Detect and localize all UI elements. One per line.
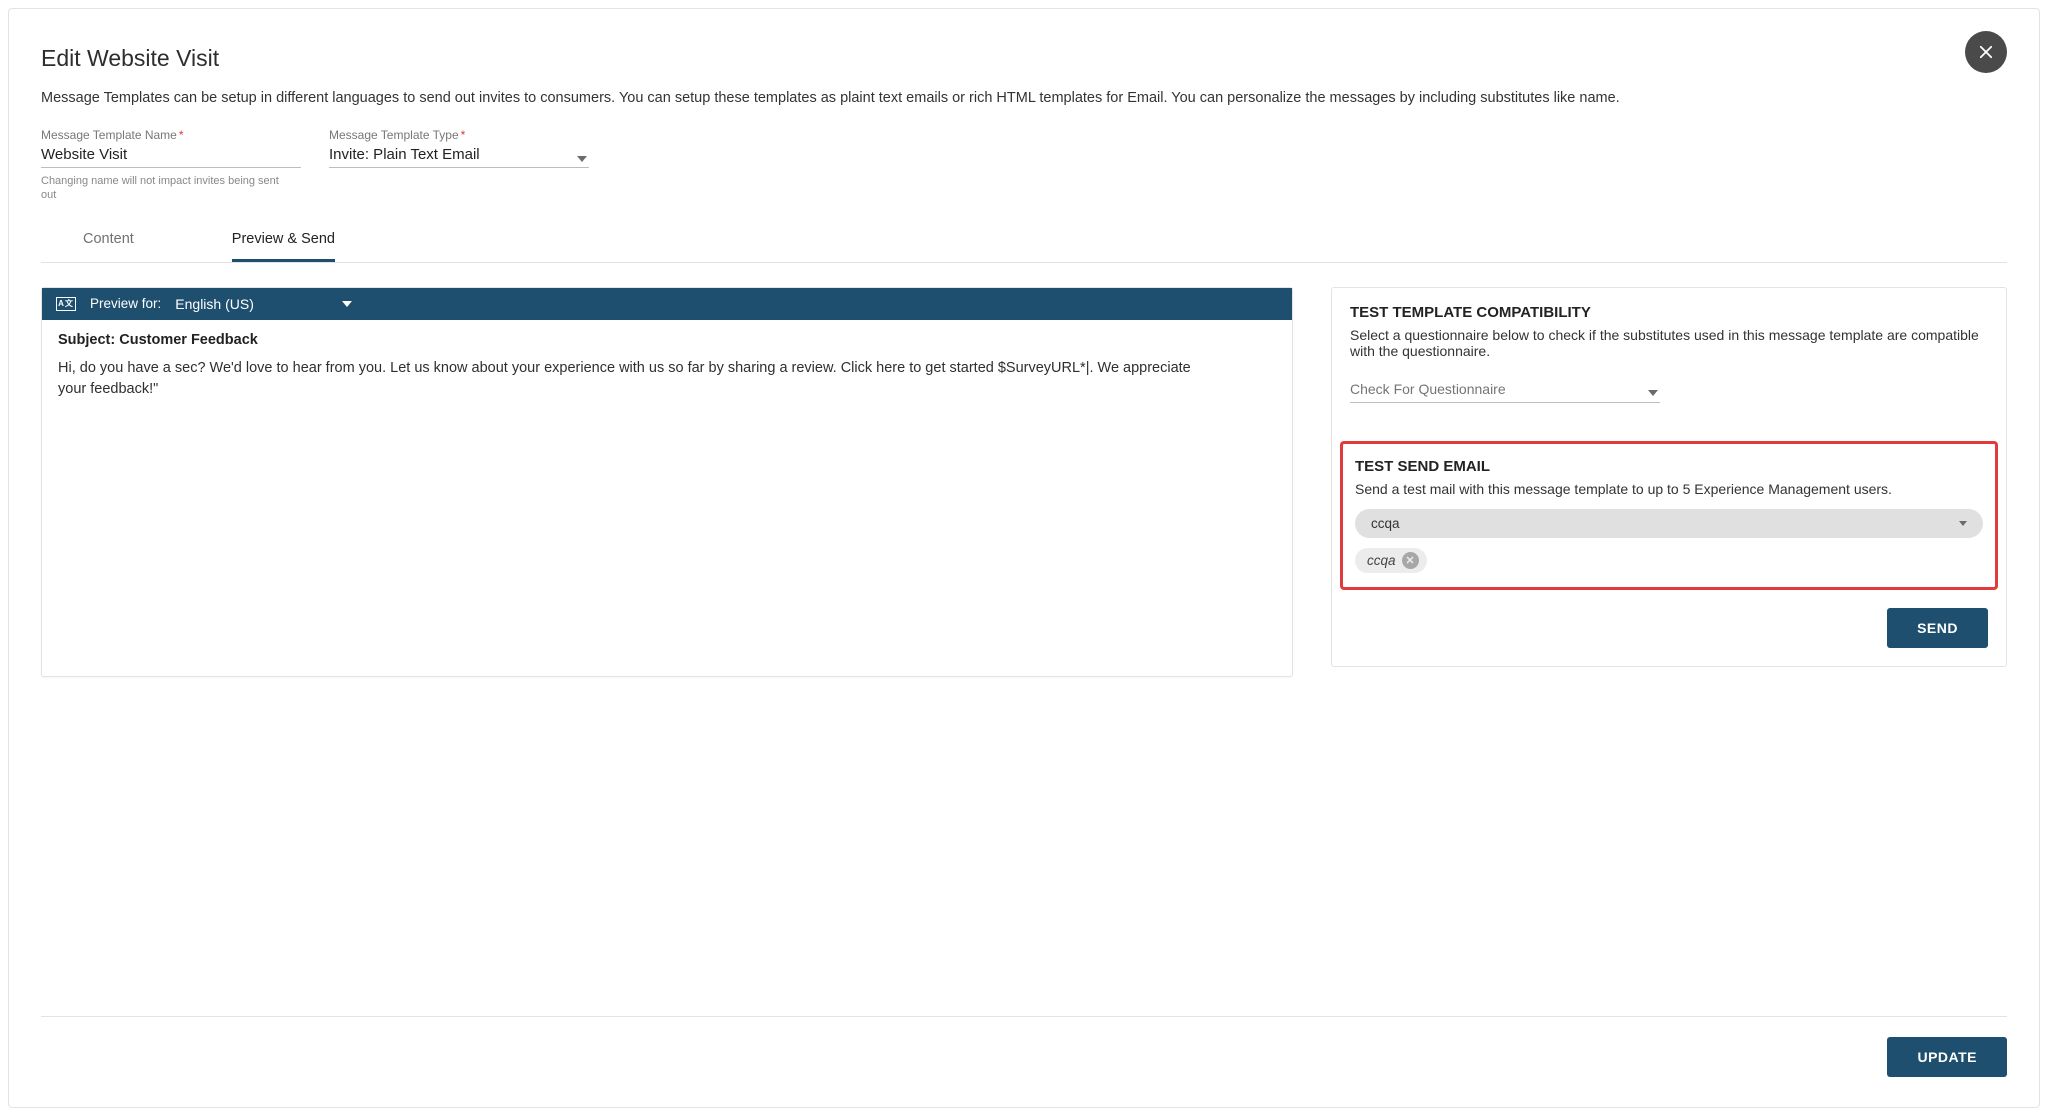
label-text: Message Template Name	[41, 128, 177, 142]
compat-desc: Select a questionnaire below to check if…	[1350, 327, 1988, 359]
dialog-footer: UPDATE	[41, 1016, 2007, 1077]
remove-chip-icon[interactable]: ✕	[1402, 552, 1419, 569]
subject-label: Subject:	[58, 332, 115, 348]
send-button[interactable]: SEND	[1887, 608, 1988, 648]
chevron-down-icon	[1648, 390, 1658, 396]
template-type-select[interactable]	[329, 144, 589, 168]
questionnaire-placeholder[interactable]	[1350, 377, 1660, 403]
label-text: Message Template Type	[329, 128, 459, 142]
user-chip-label: ccqa	[1367, 553, 1396, 568]
preview-header: A文 Preview for: English (US)	[42, 288, 1292, 320]
template-name-input[interactable]	[41, 144, 301, 168]
user-chip: ccqa ✕	[1355, 548, 1427, 573]
tab-content[interactable]: Content	[83, 221, 134, 262]
required-asterisk: *	[461, 128, 466, 142]
template-name-field: Message Template Name* Changing name wil…	[41, 128, 301, 203]
template-type-field: Message Template Type*	[329, 128, 589, 168]
content-area: A文 Preview for: English (US) Subject: Cu…	[41, 287, 2007, 677]
tabs: Content Preview & Send	[41, 221, 2007, 263]
preview-language-select[interactable]: English (US)	[175, 296, 352, 312]
questionnaire-select[interactable]	[1350, 377, 1660, 403]
required-asterisk: *	[179, 128, 184, 142]
chevron-down-icon	[342, 301, 352, 307]
update-button[interactable]: UPDATE	[1887, 1037, 2007, 1077]
chevron-down-icon	[577, 156, 587, 162]
compat-heading: TEST TEMPLATE COMPATIBILITY	[1350, 304, 1988, 321]
test-send-desc: Send a test mail with this message templ…	[1355, 481, 1983, 497]
preview-for-label: Preview for:	[90, 296, 161, 311]
test-send-section: TEST SEND EMAIL Send a test mail with th…	[1340, 441, 1998, 590]
preview-subject: Subject: Customer Feedback	[58, 332, 1276, 348]
template-type-label: Message Template Type*	[329, 128, 589, 142]
dialog-intro: Message Templates can be setup in differ…	[41, 90, 1801, 106]
selected-users-row: ccqa ✕	[1355, 548, 1983, 573]
side-panel: TEST TEMPLATE COMPATIBILITY Select a que…	[1331, 287, 2007, 667]
send-row: SEND	[1332, 590, 2006, 666]
fields-row: Message Template Name* Changing name wil…	[41, 128, 2007, 203]
tab-preview-send[interactable]: Preview & Send	[232, 221, 335, 262]
template-name-hint: Changing name will not impact invites be…	[41, 174, 281, 203]
template-type-value[interactable]	[329, 144, 589, 168]
preview-body: Subject: Customer Feedback Hi, do you ha…	[42, 320, 1292, 416]
dialog-title: Edit Website Visit	[41, 45, 219, 72]
chevron-down-icon	[1959, 521, 1967, 526]
compat-section: TEST TEMPLATE COMPATIBILITY Select a que…	[1332, 288, 2006, 423]
preview-language-value: English (US)	[175, 296, 254, 312]
preview-body-text: Hi, do you have a sec? We'd love to hear…	[58, 358, 1208, 400]
language-icon: A文	[56, 297, 76, 311]
close-icon	[1977, 43, 1995, 61]
test-user-select-value: ccqa	[1371, 516, 1400, 531]
close-button[interactable]	[1965, 31, 2007, 73]
template-name-label: Message Template Name*	[41, 128, 301, 142]
test-user-select[interactable]: ccqa	[1355, 509, 1983, 538]
preview-panel: A文 Preview for: English (US) Subject: Cu…	[41, 287, 1293, 677]
subject-value: Customer Feedback	[119, 332, 258, 348]
test-send-heading: TEST SEND EMAIL	[1355, 458, 1983, 475]
edit-template-dialog: Edit Website Visit Message Templates can…	[8, 8, 2040, 1108]
